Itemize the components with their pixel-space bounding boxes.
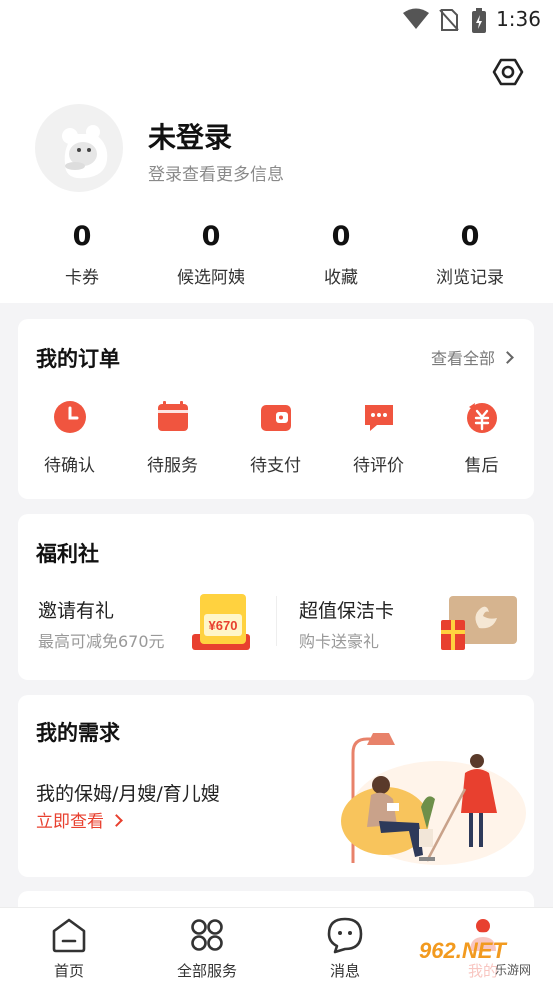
home-icon bbox=[52, 918, 86, 953]
tab-home[interactable]: 首页 bbox=[0, 908, 138, 981]
stat-history[interactable]: 0 浏览记录 bbox=[401, 220, 539, 288]
housekeeping-illustration bbox=[341, 733, 526, 865]
welfare-card: 福利社 邀请有礼 最高可减免670元 ¥670 超值保洁卡 购卡送豪礼 bbox=[18, 514, 534, 680]
needs-title: 我的需求 bbox=[36, 721, 120, 745]
orders-card: 我的订单 查看全部 待确认 待服务 待支付 待评价 售后 bbox=[18, 319, 534, 499]
view-now-label: 立即查看 bbox=[36, 812, 104, 832]
order-pending-review[interactable]: 待评价 bbox=[327, 399, 430, 476]
stat-favorites[interactable]: 0 收藏 bbox=[272, 220, 410, 288]
no-sim-icon bbox=[439, 9, 459, 31]
needs-card[interactable]: 我的需求 我的保姆/月嫂/育儿嫂 立即查看 bbox=[18, 695, 534, 877]
tab-label: 消息 bbox=[329, 962, 360, 980]
stat-candidates[interactable]: 0 候选阿姨 bbox=[142, 220, 280, 288]
status-bar: 1:36 bbox=[0, 0, 553, 40]
wifi-icon bbox=[403, 8, 429, 29]
order-pending-payment[interactable]: 待支付 bbox=[224, 399, 327, 476]
stat-label: 收藏 bbox=[324, 268, 358, 288]
orders-title: 我的订单 bbox=[36, 347, 120, 371]
order-label: 待确认 bbox=[44, 456, 95, 476]
invite-promo[interactable]: 邀请有礼 最高可减免670元 ¥670 bbox=[18, 584, 276, 674]
stat-value: 0 bbox=[460, 221, 480, 252]
cleaning-card-promo[interactable]: 超值保洁卡 购卡送豪礼 bbox=[277, 584, 534, 674]
gift-coupon-icon: ¥670 bbox=[192, 594, 250, 650]
user-subtitle[interactable]: 登录查看更多信息 bbox=[148, 160, 284, 185]
order-label: 售后 bbox=[464, 456, 499, 476]
cleaning-card-subtitle: 购卡送豪礼 bbox=[299, 632, 380, 651]
battery-charging-icon bbox=[472, 8, 486, 33]
cleaning-card-title: 超值保洁卡 bbox=[299, 600, 395, 622]
stat-coupons[interactable]: 0 卡券 bbox=[13, 220, 151, 288]
tab-label: 首页 bbox=[53, 962, 84, 980]
stat-value: 0 bbox=[201, 221, 221, 252]
stat-label: 候选阿姨 bbox=[177, 268, 245, 288]
watermark-subtext: 乐游网 bbox=[495, 963, 531, 977]
watermark-text: 962.NET bbox=[419, 938, 507, 963]
stat-value: 0 bbox=[331, 221, 351, 252]
tab-messages[interactable]: 消息 bbox=[276, 908, 414, 981]
message-icon bbox=[327, 917, 363, 954]
watermark-logo: 962.NET 乐游网 bbox=[413, 932, 548, 978]
user-name[interactable]: 未登录 bbox=[148, 116, 232, 156]
chevron-right-icon bbox=[501, 351, 514, 364]
settings-icon[interactable] bbox=[492, 56, 524, 88]
status-time: 1:36 bbox=[496, 7, 541, 31]
order-pending-confirm[interactable]: 待确认 bbox=[18, 399, 121, 476]
gift-card-icon bbox=[441, 596, 517, 650]
view-all-label: 查看全部 bbox=[430, 349, 495, 368]
order-pending-service[interactable]: 待服务 bbox=[121, 399, 224, 476]
view-now-link[interactable]: 立即查看 bbox=[36, 807, 123, 832]
order-label: 待支付 bbox=[250, 456, 301, 476]
tab-all-services[interactable]: 全部服务 bbox=[138, 908, 276, 981]
invite-title: 邀请有礼 bbox=[38, 600, 115, 622]
view-all-orders-link[interactable]: 查看全部 bbox=[430, 345, 514, 369]
stat-value: 0 bbox=[72, 221, 92, 252]
order-label: 待服务 bbox=[147, 456, 198, 476]
tab-label: 全部服务 bbox=[176, 962, 237, 980]
needs-subtitle: 我的保姆/月嫂/育儿嫂 bbox=[36, 783, 220, 805]
refund-icon bbox=[466, 403, 497, 433]
wallet-icon bbox=[260, 405, 291, 431]
order-label: 待评价 bbox=[353, 456, 404, 476]
invite-badge: ¥670 bbox=[209, 618, 238, 633]
stat-label: 浏览记录 bbox=[436, 268, 504, 288]
invite-subtitle: 最高可减免670元 bbox=[38, 632, 165, 651]
stat-label: 卡券 bbox=[65, 268, 99, 288]
grid-icon bbox=[191, 919, 223, 951]
order-after-sales[interactable]: 售后 bbox=[430, 399, 533, 476]
comment-icon bbox=[364, 405, 393, 431]
default-avatar-icon bbox=[62, 125, 108, 179]
calendar-icon bbox=[157, 401, 188, 431]
avatar[interactable] bbox=[35, 104, 123, 192]
clock-icon bbox=[53, 401, 86, 433]
welfare-title: 福利社 bbox=[36, 542, 99, 566]
chevron-right-icon bbox=[110, 814, 123, 827]
